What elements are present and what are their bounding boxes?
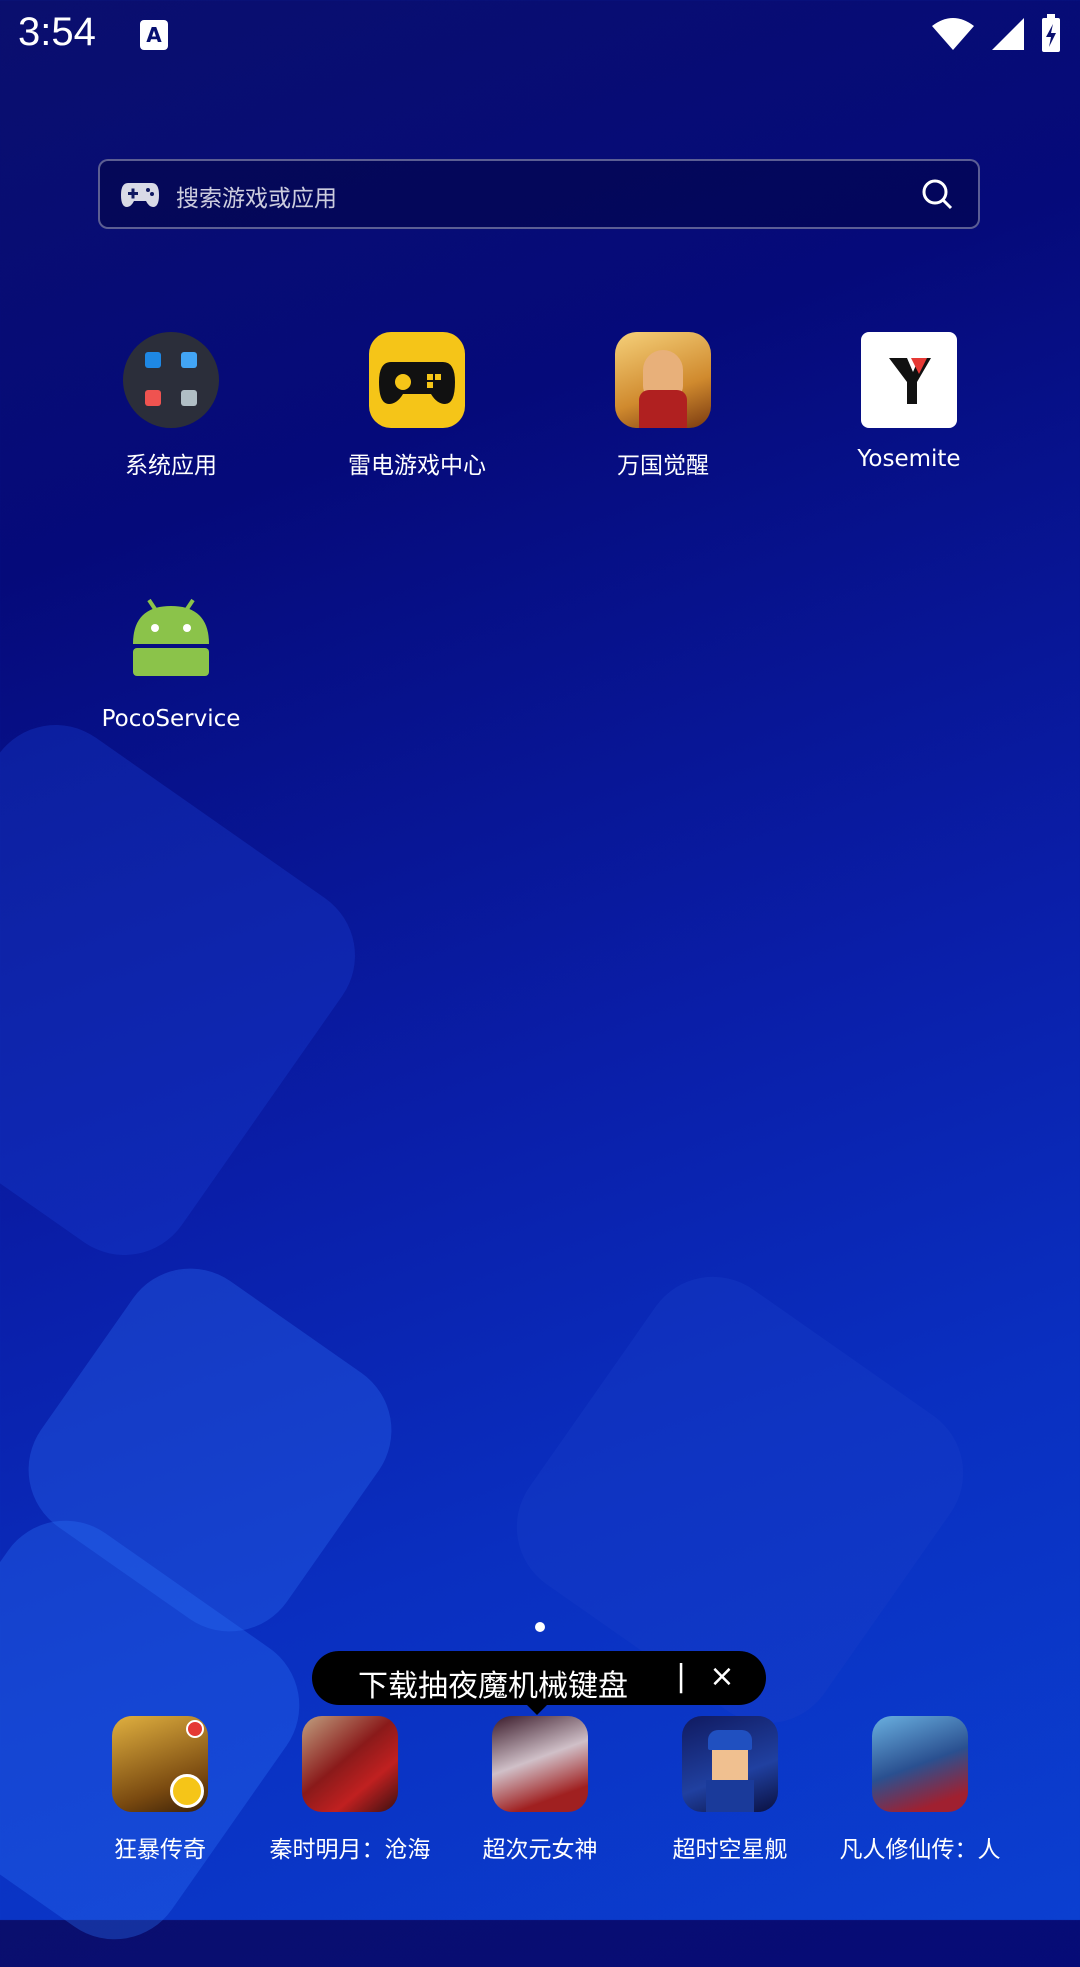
tooltip-text[interactable]: 下载抽夜魔机械键盘: [358, 1661, 628, 1705]
yosemite-icon: [861, 332, 957, 428]
search-icon[interactable]: [920, 177, 954, 211]
status-time: 3:54: [18, 10, 96, 54]
android-icon: [123, 592, 219, 688]
game-chaoshikong-icon: [682, 1716, 778, 1812]
app-system-folder[interactable]: 系统应用: [61, 332, 281, 480]
app-label: 狂暴传奇: [114, 1837, 206, 1863]
download-tooltip[interactable]: 下载抽夜魔机械键盘 | ×: [312, 1651, 766, 1705]
wifi-icon: [932, 18, 974, 50]
battery-charging-icon: [1042, 14, 1060, 52]
app-label: 万国觉醒: [617, 453, 709, 479]
dock-app-chaoshikong[interactable]: 超时空星舰: [630, 1716, 830, 1864]
notification-icon: A: [140, 20, 168, 50]
tooltip-arrow: [525, 1703, 549, 1715]
game-qinshi-icon: [302, 1716, 398, 1812]
status-icons: [930, 14, 1062, 54]
app-label: Yosemite: [857, 446, 961, 472]
ldplayer-gamecenter-icon: [369, 332, 465, 428]
app-yosemite[interactable]: Yosemite: [799, 332, 1019, 472]
background-shape: [0, 697, 383, 1283]
app-label: 系统应用: [125, 453, 217, 479]
search-placeholder: 搜索游戏或应用: [176, 186, 337, 212]
rise-of-kingdoms-icon: [615, 332, 711, 428]
app-ld-gamecenter[interactable]: 雷电游戏中心: [307, 332, 527, 480]
search-bar[interactable]: 搜索游戏或应用: [98, 159, 980, 229]
dock-app-chaociyuan[interactable]: 超次元女神: [440, 1716, 640, 1864]
tooltip-separator: |: [676, 1659, 687, 1694]
game-chaociyuan-icon: [492, 1716, 588, 1812]
signal-icon: [992, 18, 1024, 50]
dock-app-kuangbao[interactable]: 狂暴传奇: [60, 1716, 260, 1864]
app-label: 超次元女神: [482, 1837, 598, 1863]
game-fanren-icon: [872, 1716, 968, 1812]
page-indicator-dot: [535, 1622, 545, 1632]
app-label: PocoService: [101, 706, 241, 732]
gamepad-icon: [121, 183, 159, 207]
close-icon[interactable]: ×: [702, 1657, 742, 1697]
dock-app-fanren[interactable]: 凡人修仙传：人: [820, 1716, 1020, 1864]
app-label: 秦时明月：沧海: [269, 1837, 431, 1863]
game-kuangbao-icon: [112, 1716, 208, 1812]
app-label: 超时空星舰: [672, 1837, 788, 1863]
app-label: 雷电游戏中心: [348, 453, 486, 479]
folder-icon: [123, 332, 219, 428]
app-label: 凡人修仙传：人: [839, 1837, 1001, 1863]
status-bar: 3:54 A: [0, 0, 1080, 72]
dock-app-qinshi[interactable]: 秦时明月：沧海: [250, 1716, 450, 1864]
app-rise-of-kingdoms[interactable]: 万国觉醒: [553, 332, 773, 480]
app-pocoservice[interactable]: PocoService: [61, 592, 281, 732]
